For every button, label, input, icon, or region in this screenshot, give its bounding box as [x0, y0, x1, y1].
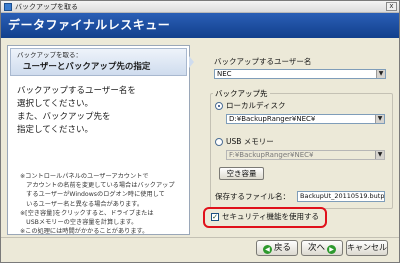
instruction-line: また、バックアップ先を [17, 112, 111, 122]
filename-input[interactable]: BackupUt_20110519.butp [297, 191, 385, 202]
local-disk-label[interactable]: ローカルディスク [226, 101, 285, 111]
next-arrow-icon: ▶ [327, 245, 336, 254]
security-label[interactable]: セキュリティ機能を使用する [222, 212, 319, 222]
next-button[interactable]: 次へ ▶ [301, 240, 343, 256]
step-panel: バックアップを取る： ユーザーとバックアップ先の指定 バックアップするユーザー名… [7, 45, 194, 236]
usb-memory-label[interactable]: USB メモリー [226, 137, 274, 147]
usb-path-select: F:¥BackupRanger¥NEC¥ ▼ [226, 150, 385, 160]
chevron-down-icon: ▼ [375, 151, 384, 159]
instruction-line: 選択してください。 [17, 99, 93, 109]
instruction-line: 指定してください。 [17, 125, 93, 135]
user-select[interactable]: NEC ▼ [214, 69, 386, 79]
local-path-select[interactable]: D:¥BackupRanger¥NEC¥ ▼ [226, 114, 385, 124]
note-line: するユーザーがWindowsのログオン時に使用して [20, 191, 165, 199]
app-banner: データファイナルレスキュー [1, 13, 399, 38]
step-header: バックアップを取る： ユーザーとバックアップ先の指定 [10, 48, 187, 76]
app-icon [4, 3, 12, 11]
next-button-label: 次へ [307, 243, 325, 253]
instructions: バックアップするユーザー名を 選択してください。 また、バックアップ先を 指定し… [17, 85, 187, 137]
wizard-window: バックアップを取る x データファイナルレスキュー バックアップを取る： ユーザ… [0, 0, 400, 263]
back-arrow-icon: ◀ [262, 245, 272, 254]
footer-divider [1, 237, 399, 238]
window-title: バックアップを取る [15, 3, 78, 11]
step-number: バックアップを取る： [17, 51, 82, 59]
close-button[interactable]: x [386, 2, 397, 11]
back-button[interactable]: ◀ 戻る [256, 240, 298, 256]
note-line: ※[空き容量]をクリックすると、ドライブまたは [20, 209, 154, 217]
title-bar: バックアップを取る x [1, 1, 399, 13]
note-line: ※コントロールパネルのユーザーアカウントで [20, 173, 149, 180]
back-button-label: 戻る [273, 243, 291, 253]
filename-label: 保存するファイル名： [215, 192, 290, 201]
cancel-button[interactable]: キャンセル [346, 240, 388, 256]
security-checkbox[interactable]: ✓ [211, 213, 219, 221]
usb-path-value: F:¥BackupRanger¥NEC¥ [229, 151, 314, 159]
note-line: ※この処理には時間がかかることがあります。 [20, 228, 149, 236]
step-marker [189, 56, 194, 68]
local-path-value: D:¥BackupRanger¥NEC¥ [229, 115, 316, 123]
user-select-value: NEC [217, 70, 232, 78]
chevron-down-icon[interactable]: ▼ [376, 70, 385, 78]
usb-memory-radio[interactable] [215, 138, 223, 146]
user-label: バックアップするユーザー名 [214, 57, 312, 66]
destination-group-label: バックアップ先 [213, 89, 270, 98]
app-heading: データファイナルレスキュー [8, 18, 171, 32]
step-title: ユーザーとバックアップ先の指定 [23, 62, 151, 72]
notes: ※コントロールパネルのユーザーアカウントで アカウントの名前を変更している場合は… [20, 172, 188, 236]
chevron-down-icon[interactable]: ▼ [375, 115, 384, 123]
local-disk-radio[interactable] [215, 102, 223, 110]
note-line: USBメモリーの空き容量を計算します。 [20, 219, 138, 227]
free-space-button[interactable]: 空き容量 [219, 167, 264, 180]
instruction-line: バックアップするユーザー名を [17, 86, 136, 96]
note-line: いるユーザー名と異なる場合があります。 [20, 200, 144, 208]
note-line: アカウントの名前を変更している場合はバックアップ [20, 182, 175, 190]
